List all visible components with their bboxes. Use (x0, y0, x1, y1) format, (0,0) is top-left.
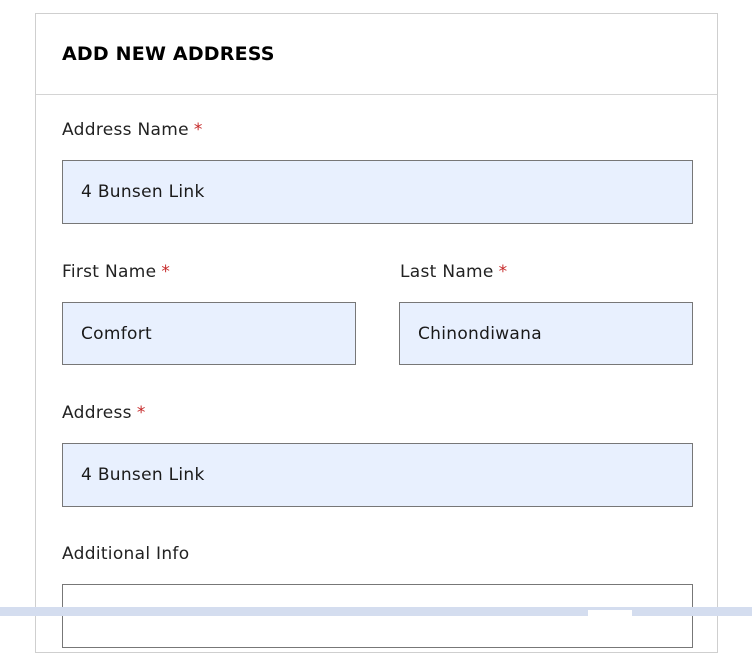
address-label: Address * (62, 403, 146, 423)
bottom-scrollbar[interactable] (0, 607, 752, 616)
required-marker: * (161, 262, 171, 282)
address-name-label: Address Name * (62, 120, 203, 140)
address-name-label-text: Address Name (62, 120, 189, 140)
address-input[interactable] (62, 443, 693, 507)
card-header: ADD NEW ADDRESS (36, 14, 717, 95)
additional-info-label: Additional Info (62, 544, 189, 564)
first-name-label: First Name * (62, 262, 170, 282)
scrollbar-thumb[interactable] (588, 610, 632, 616)
required-marker: * (498, 262, 508, 282)
additional-info-label-text: Additional Info (62, 544, 190, 564)
form-title: ADD NEW ADDRESS (62, 43, 275, 65)
last-name-input[interactable] (399, 302, 693, 365)
address-name-input[interactable] (62, 160, 693, 224)
first-name-label-text: First Name (62, 262, 157, 282)
additional-info-input[interactable] (62, 584, 693, 648)
address-label-text: Address (62, 403, 132, 423)
last-name-label: Last Name * (400, 262, 507, 282)
last-name-label-text: Last Name (400, 262, 494, 282)
required-marker: * (136, 403, 146, 423)
first-name-input[interactable] (62, 302, 356, 365)
required-marker: * (193, 120, 203, 140)
